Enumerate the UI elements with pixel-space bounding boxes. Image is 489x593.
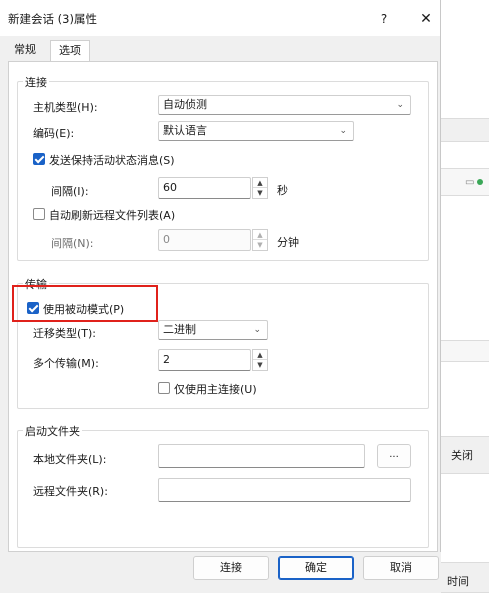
encoding-label: 编码(E): <box>33 127 75 140</box>
interval-stepper[interactable]: ▲ ▼ <box>252 177 268 199</box>
arrow-up-icon[interactable]: ▲ <box>253 230 267 240</box>
passive-mode-highlight-box <box>12 285 158 322</box>
background-window: ▭ 关闭 时间 <box>440 0 489 593</box>
multi-transfer-label: 多个传输(M): <box>33 357 99 370</box>
dialog-footer: 连接 确定 取消 <box>0 552 441 593</box>
auto-refresh-label: 自动刷新远程文件列表(A) <box>49 209 176 222</box>
transfer-type-select[interactable]: 二进制 ⌄ <box>158 320 268 340</box>
transfer-type-label: 迁移类型(T): <box>33 327 97 340</box>
close-button[interactable]: ✕ <box>416 9 436 29</box>
help-button[interactable]: ? <box>374 9 394 29</box>
background-close-button[interactable]: 关闭 <box>451 447 473 463</box>
host-type-label: 主机类型(H): <box>33 101 98 114</box>
session-properties-dialog: 新建会话 (3)属性 ? ✕ 常规 选项 连接 主机类型(H): 自动侦测 ⌄ … <box>0 0 441 593</box>
connect-button[interactable]: 连接 <box>193 556 269 580</box>
chevron-down-icon: ⌄ <box>396 100 404 110</box>
host-type-select[interactable]: 自动侦测 ⌄ <box>158 95 411 115</box>
folder-icon: ▭ <box>465 177 475 188</box>
ok-button[interactable]: 确定 <box>278 556 354 580</box>
remote-folder-input[interactable] <box>158 478 411 502</box>
remote-folder-label: 远程文件夹(R): <box>33 485 108 498</box>
interval-label: 间隔(I): <box>51 185 89 198</box>
chevron-down-icon: ⌄ <box>339 126 347 136</box>
arrow-up-icon[interactable]: ▲ <box>253 178 267 188</box>
title-bar: 新建会话 (3)属性 ? ✕ <box>0 0 440 36</box>
tab-general[interactable]: 常规 <box>8 40 42 62</box>
background-status-text: 时间 <box>447 575 469 588</box>
refresh-interval-input[interactable]: 0 <box>158 229 251 251</box>
arrow-down-icon[interactable]: ▼ <box>253 360 267 370</box>
tab-strip: 常规 选项 <box>0 36 441 62</box>
keepalive-checkbox[interactable] <box>33 153 45 165</box>
interval-unit-label: 秒 <box>277 184 288 197</box>
transfer-type-value: 二进制 <box>163 323 196 336</box>
auto-refresh-checkbox[interactable] <box>33 208 45 220</box>
background-band-2 <box>441 340 489 362</box>
main-connection-only-checkbox[interactable] <box>158 382 170 394</box>
arrow-down-icon[interactable]: ▼ <box>253 188 267 198</box>
background-band <box>441 118 489 142</box>
dialog-title: 新建会话 (3)属性 <box>8 12 97 26</box>
arrow-down-icon[interactable]: ▼ <box>253 240 267 250</box>
tab-options[interactable]: 选项 <box>50 40 90 62</box>
chevron-down-icon: ⌄ <box>253 325 261 335</box>
connection-group-title: 连接 <box>23 74 49 90</box>
browse-local-folder-button[interactable]: ... <box>377 444 411 468</box>
arrow-up-icon[interactable]: ▲ <box>253 350 267 360</box>
multi-transfer-stepper[interactable]: ▲ ▼ <box>252 349 268 371</box>
refresh-interval-stepper[interactable]: ▲ ▼ <box>252 229 268 251</box>
cancel-button[interactable]: 取消 <box>363 556 439 580</box>
refresh-interval-unit-label: 分钟 <box>277 236 299 249</box>
interval-input[interactable]: 60 <box>158 177 251 199</box>
status-dot-icon <box>477 179 484 185</box>
background-toolbar-icons: ▭ <box>465 177 484 188</box>
refresh-interval-label: 间隔(N): <box>51 237 94 250</box>
keepalive-label: 发送保持活动状态消息(S) <box>49 154 175 167</box>
encoding-value: 默认语言 <box>163 124 207 137</box>
startup-folder-group-title: 启动文件夹 <box>23 423 82 439</box>
encoding-select[interactable]: 默认语言 ⌄ <box>158 121 354 141</box>
local-folder-input[interactable] <box>158 444 365 468</box>
host-type-value: 自动侦测 <box>163 98 207 111</box>
local-folder-label: 本地文件夹(L): <box>33 453 107 466</box>
multi-transfer-input[interactable]: 2 <box>158 349 251 371</box>
main-connection-only-label: 仅使用主连接(U) <box>174 383 257 396</box>
